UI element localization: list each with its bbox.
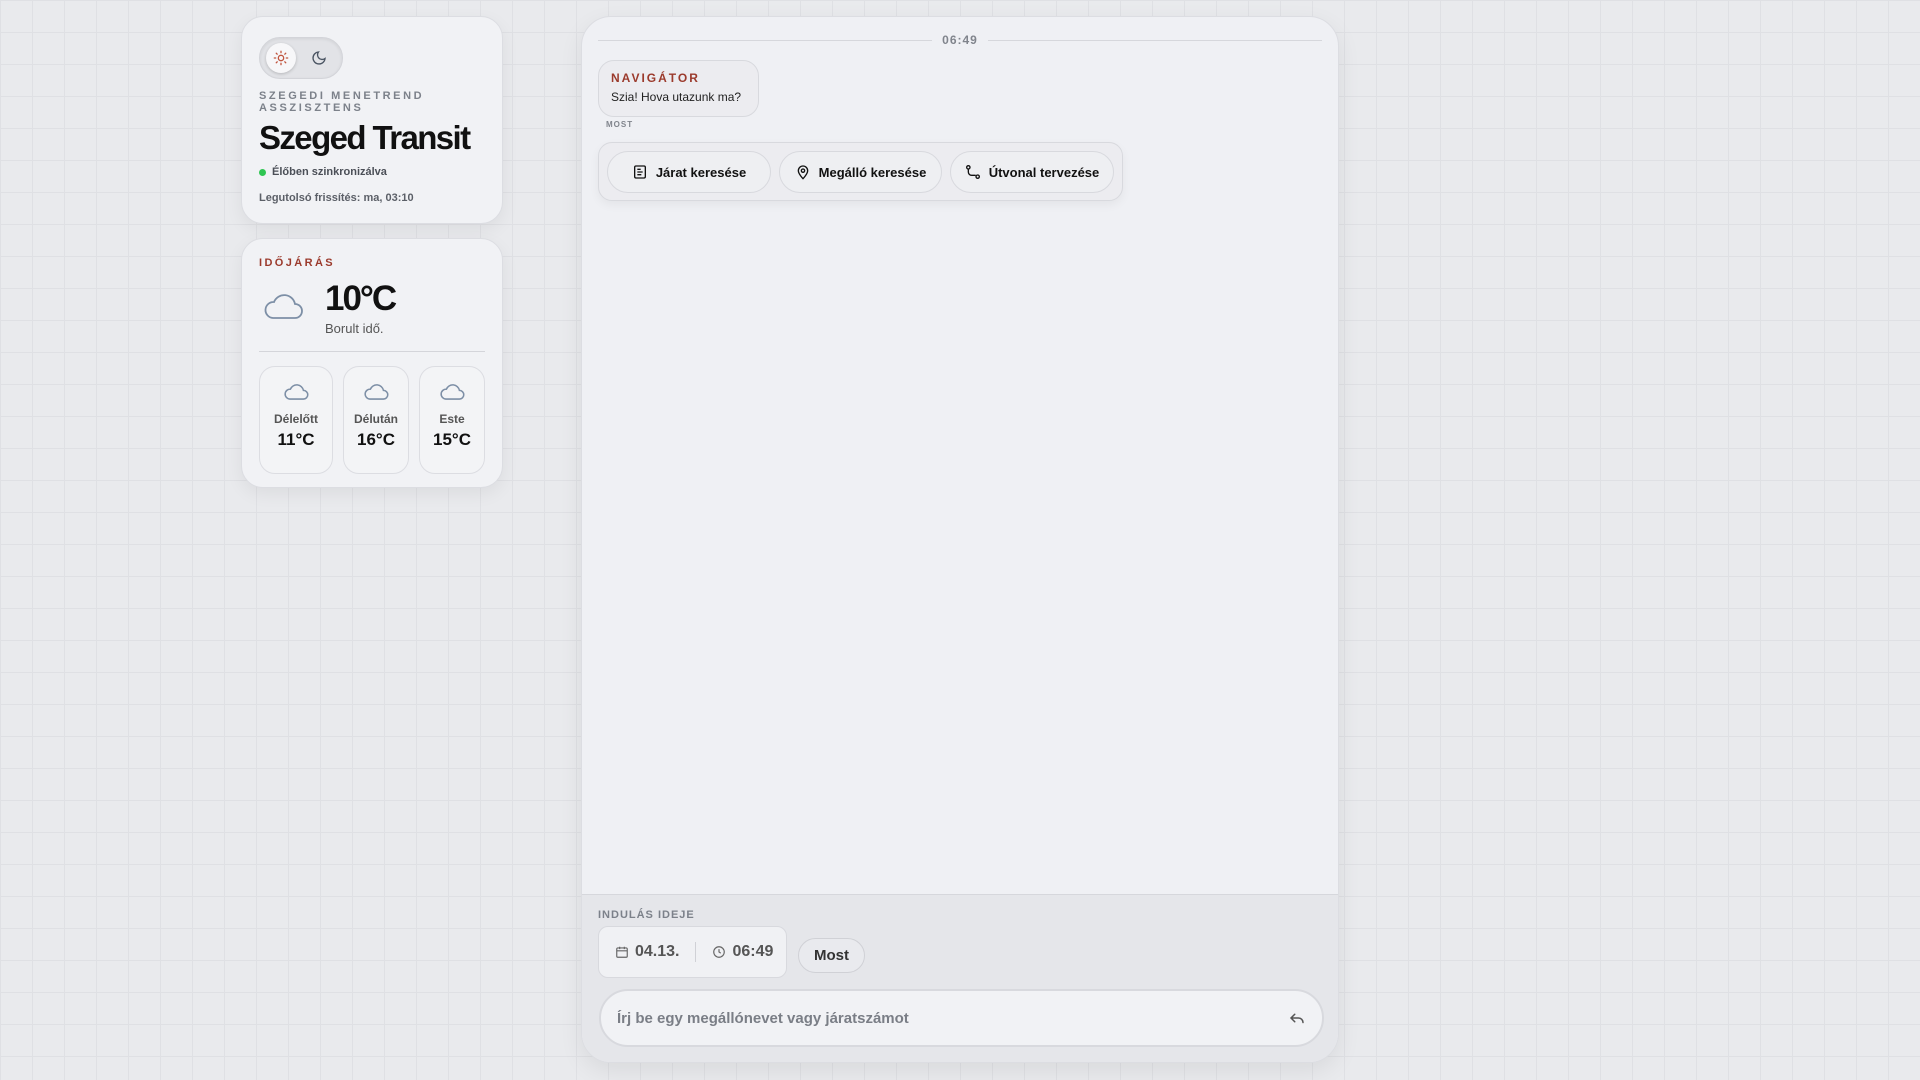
moon-icon [312, 51, 326, 65]
cloud-icon [364, 384, 389, 400]
current-temp: 10°C [325, 279, 397, 318]
map-pin-icon [797, 165, 808, 180]
theme-toggle[interactable] [259, 37, 343, 79]
weather-desc: Borult idő. [325, 321, 384, 336]
quick-actions: Járat keresése Megálló keresése Útvonal … [598, 142, 1123, 201]
light-mode-button[interactable] [266, 43, 296, 73]
app-title: Szeged Transit [259, 119, 471, 156]
departure-picker[interactable]: 04.13. 06:49 [598, 926, 787, 978]
message-text: Szia! Hova utazunk ma? [611, 90, 742, 104]
divider [695, 942, 697, 962]
forecast-label: Délután [353, 412, 398, 426]
cloud-icon [440, 384, 465, 400]
sun-icon [273, 50, 289, 66]
date-value[interactable]: 04.13. [635, 943, 679, 961]
app-subtitle: SZEGEDI MENETREND ASSZISZTENS [259, 90, 425, 114]
forecast-label: Este [439, 412, 465, 426]
search-stop-button[interactable]: Megálló keresése [779, 151, 942, 193]
document-icon [633, 165, 646, 179]
forecast-evening: Este 15°C [419, 366, 485, 474]
forecast-temp: 16°C [357, 430, 395, 449]
weather-label: IDŐJÁRÁS [259, 257, 336, 269]
button-label: Útvonal tervezése [988, 164, 1100, 180]
route-icon [965, 165, 980, 179]
last-update: Legutolsó frissítés: ma, 03:10 [259, 192, 414, 204]
now-button[interactable]: Most [798, 938, 865, 973]
forecast-morning: Délelőtt 11°C [259, 366, 333, 474]
clock-icon [713, 946, 726, 958]
sync-status: Élőben szinkronizálva [259, 166, 387, 178]
chat-panel: 06:49 NAVIGÁTOR Szia! Hova utazunk ma? M… [581, 16, 1339, 1063]
plan-route-button[interactable]: Útvonal tervezése [950, 151, 1114, 193]
app-header-card: SZEGEDI MENETREND ASSZISZTENS Szeged Tra… [241, 16, 503, 224]
forecast-afternoon: Délután 16°C [343, 366, 409, 474]
cloud-icon [284, 384, 309, 400]
divider [259, 351, 485, 352]
forecast-temp: 11°C [277, 430, 315, 449]
chat-footer: INDULÁS IDEJE 04.13. 06:49 Most [582, 894, 1338, 1062]
timestamp-text: 06:49 [942, 33, 978, 47]
forecast-temp: 15°C [433, 430, 471, 449]
weather-card: IDŐJÁRÁS 10°C Borult idő. Délelőtt 11°C … [241, 238, 503, 488]
status-text: Élőben szinkronizálva [272, 166, 387, 178]
status-dot [259, 168, 266, 176]
message-time: MOST [606, 120, 634, 129]
time-value[interactable]: 06:49 [732, 943, 773, 961]
calendar-icon [616, 946, 628, 958]
message-bubble: NAVIGÁTOR Szia! Hova utazunk ma? [598, 60, 759, 117]
dark-mode-button[interactable] [304, 43, 334, 73]
message-input-container [599, 989, 1324, 1047]
message-input[interactable] [617, 1009, 1288, 1027]
cloud-icon [264, 294, 303, 319]
send-icon[interactable] [1288, 1009, 1306, 1027]
button-label: Járat keresése [655, 164, 747, 180]
departure-label: INDULÁS IDEJE [598, 909, 695, 921]
search-route-button[interactable]: Járat keresése [607, 151, 771, 193]
message-sender: NAVIGÁTOR [611, 71, 700, 85]
forecast-label: Délelőtt [273, 412, 318, 426]
chat-timestamp: 06:49 [598, 33, 1323, 47]
button-label: Megálló keresése [818, 164, 927, 180]
